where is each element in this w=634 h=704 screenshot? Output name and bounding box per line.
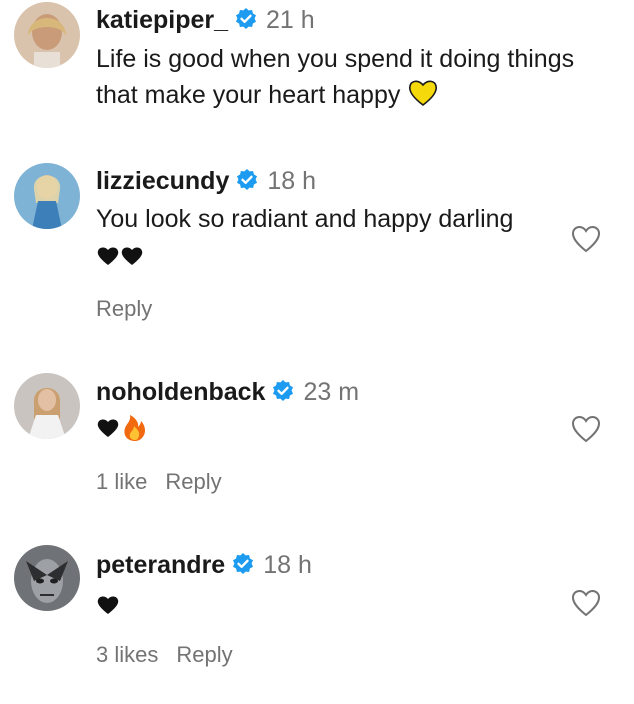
comment-actions: Reply: [96, 296, 170, 322]
verified-badge-icon: [273, 380, 294, 401]
username[interactable]: noholdenback: [96, 378, 265, 406]
likes-count[interactable]: 1 like: [96, 469, 147, 494]
heart-outline-icon[interactable]: [570, 414, 602, 444]
avatar[interactable]: [14, 545, 80, 611]
username[interactable]: peterandre: [96, 551, 225, 579]
comment-actions: 1 like Reply: [96, 469, 240, 495]
reply-button[interactable]: Reply: [165, 469, 221, 494]
heart-outline-icon[interactable]: [570, 588, 602, 618]
black-heart-icon: [96, 590, 120, 626]
avatar[interactable]: [14, 163, 80, 229]
avatar[interactable]: [14, 373, 80, 439]
comment-header: katiepiper_ 21 h: [96, 5, 315, 35]
comment-time: 21 h: [266, 6, 315, 34]
comment-text-block: [96, 413, 576, 453]
reply-button[interactable]: Reply: [176, 642, 232, 667]
verified-badge-icon: [236, 8, 257, 29]
comment-header: noholdenback 23 m: [96, 377, 359, 407]
username[interactable]: lizziecundy: [96, 167, 229, 195]
reply-button[interactable]: Reply: [96, 296, 152, 321]
avatar[interactable]: [14, 2, 80, 68]
comment-actions: 3 likes Reply: [96, 642, 251, 668]
verified-badge-icon: [237, 169, 258, 190]
username[interactable]: katiepiper_: [96, 6, 228, 34]
comment-time: 23 m: [303, 378, 360, 406]
heart-outline-icon[interactable]: [570, 224, 602, 254]
comment-header: peterandre 18 h: [96, 550, 312, 580]
comment-time: 18 h: [263, 551, 312, 579]
comment-text-block: Life is good when you spend it doing thi…: [96, 41, 576, 117]
comment-time: 18 h: [267, 167, 317, 195]
comment-text-block: You look so radiant and happy darling: [96, 201, 516, 277]
black-hearts-icon: [96, 241, 144, 277]
verified-badge-icon: [233, 553, 254, 574]
comment-text-block: [96, 586, 576, 626]
comment-text: You look so radiant and happy darling: [96, 205, 514, 233]
black-heart-fire-icon: [96, 413, 152, 453]
likes-count[interactable]: 3 likes: [96, 642, 158, 667]
comment-text: Life is good when you spend it doing thi…: [96, 45, 575, 109]
yellow-heart-icon: [407, 79, 439, 117]
comment-header: lizziecundy 18 h: [96, 166, 316, 196]
